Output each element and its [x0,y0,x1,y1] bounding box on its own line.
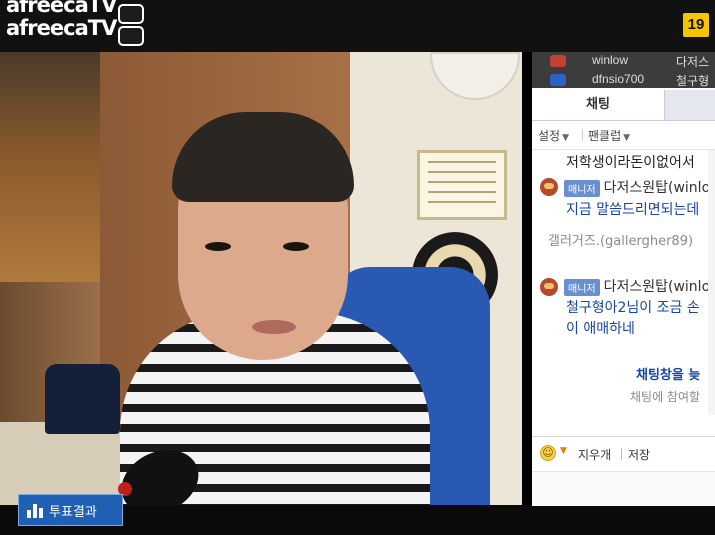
save-button[interactable]: 저장 [628,446,650,463]
toolbar-divider [582,129,583,141]
smile-icon[interactable]: ☺ [540,445,556,461]
chat-sender[interactable]: 갤러거즈.(gallergher89) [548,230,693,249]
user-avatar-icon [550,55,566,67]
chat-input[interactable] [532,471,715,506]
toolbar-divider [621,448,622,460]
logo-tv-icon [118,26,144,46]
viewer-row[interactable]: winlow 다저스 [532,52,715,70]
left-eye [205,242,231,251]
chat-log[interactable]: 저학생이라돈이없어서 매니저 다저스원탑(winlow) 지금 말씀드리면되는데 … [532,150,715,415]
chat-scrollbar[interactable] [708,150,715,415]
age-rating-badge: 19 [683,13,709,37]
viewer-row[interactable]: dfnsio700 철구형 [532,71,715,88]
wall-poster [417,150,507,220]
chat-message: 지금 말씀드리면되는데 [566,202,700,218]
chat-message: 철구형아2님이 조금 손 [566,300,700,316]
manager-avatar-icon [540,278,558,296]
viewer-nickname: 철구형 [676,74,710,88]
chevron-down-icon[interactable]: ▼ [560,446,567,456]
afreecatv-logo: afreecaTV [6,0,117,17]
viewer-nickname: 다저스 [676,55,710,69]
tab-secondary[interactable] [665,90,715,120]
chat-sender-line: 매니저 다저스원탑(winlow) [564,177,715,197]
video-player[interactable] [0,52,522,505]
logo-tv-icon [118,4,144,24]
clear-button[interactable]: 지우개 [578,446,611,463]
chat-bottom-toolbar: ☺ ▼ 지우개 저장 [532,436,715,471]
chat-tabs: 채팅 [532,90,715,121]
chat-message: 이 애매하네 [566,321,635,337]
vote-results-button[interactable]: 투표결과 [18,494,123,526]
viewer-id: dfnsio700 [592,72,645,86]
fanclub-label: 팬클럽 [588,129,622,143]
floor-bag [45,364,120,434]
right-eye [283,242,309,251]
chat-notice-title: 채팅창을 늦 [636,368,701,383]
manager-badge: 매니저 [564,179,600,197]
mouth [252,320,296,334]
chevron-down-icon: ▼ [562,133,570,143]
settings-dropdown[interactable]: 설정 ▼ [538,127,569,144]
viewer-id: winlow [592,53,629,67]
bar-chart-icon [27,502,43,518]
manager-avatar-icon [540,178,558,196]
fanclub-dropdown[interactable]: 팬클럽 ▼ [588,127,630,144]
chat-sender[interactable]: 다저스원탑(winlow) [604,279,715,295]
chat-toolbar: 설정 ▼ 팬클럽 ▼ [532,121,715,150]
top-bar: afreecaTV afreecaTV 19 [0,0,715,52]
chat-message: 저학생이라돈이없어서 [566,155,695,171]
viewer-list: winlow 다저스 dfnsio700 철구형 [532,52,715,88]
chat-sender[interactable]: 다저스원탑(winlow) [604,180,715,196]
chat-notice-sub: 채팅에 참여할 [630,390,701,404]
manager-badge: 매니저 [564,278,600,296]
settings-label: 설정 [538,129,561,143]
chat-sender-line: 매니저 다저스원탑(winlow) [564,276,715,296]
user-avatar-icon [550,74,566,86]
vote-results-label: 투표결과 [49,504,97,520]
tab-chat[interactable]: 채팅 [532,90,665,120]
chevron-down-icon: ▼ [623,133,631,143]
afreecatv-logo-shadow: afreecaTV [6,16,117,40]
